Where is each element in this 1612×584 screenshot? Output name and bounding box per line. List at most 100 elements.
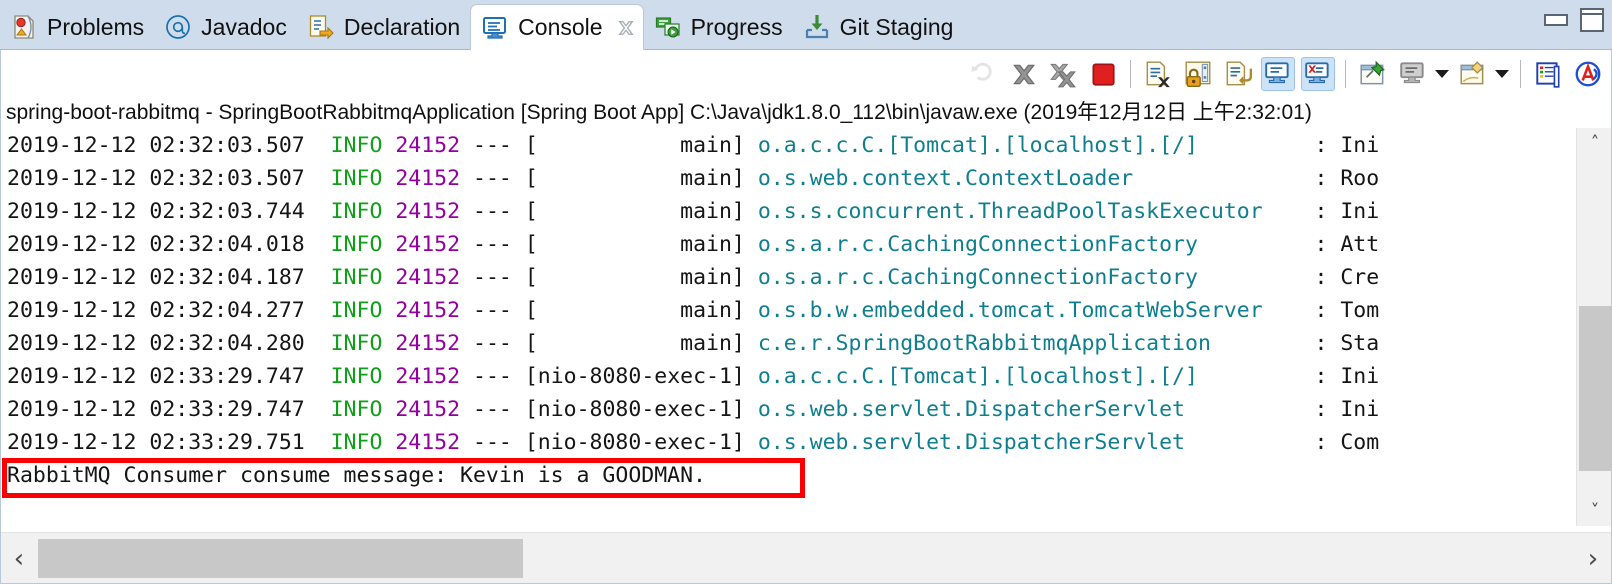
progress-icon [654, 13, 682, 41]
console-output-area[interactable]: 2019-12-12 02:32:03.507 INFO 24152 --- [… [0, 128, 1612, 527]
console-log-line: 2019-12-12 02:32:04.280 INFO 24152 --- [… [0, 327, 1548, 360]
log-logger: o.a.c.c.C.[Tomcat].[localhost].[/] [758, 364, 1315, 389]
console-log-lines[interactable]: 2019-12-12 02:32:03.507 INFO 24152 --- [… [0, 129, 1548, 527]
tab-gitstaging[interactable]: Git Staging [793, 4, 964, 50]
console-preferences-icon[interactable] [1531, 57, 1565, 91]
scroll-left-button[interactable]: ‹ [0, 533, 38, 584]
log-separator: --- [473, 265, 512, 290]
chevron-down-icon: ˅ [1591, 503, 1600, 520]
log-timestamp: 2019-12-12 02:32:03.744 [7, 199, 305, 224]
log-separator: --- [473, 133, 512, 158]
tab-label: Console [518, 16, 602, 39]
tab-javadoc[interactable]: Javadoc [154, 4, 297, 50]
show-console-on-error-icon[interactable] [1301, 57, 1335, 91]
chevron-left-icon: ‹ [14, 546, 24, 572]
tab-declaration[interactable]: Declaration [297, 4, 470, 50]
show-console-on-output-icon[interactable] [1261, 57, 1295, 91]
log-pid: 24152 [395, 364, 460, 389]
terminate-x-icon[interactable] [1006, 57, 1040, 91]
console-log-line: 2019-12-12 02:33:29.751 INFO 24152 --- [… [0, 426, 1548, 459]
tab-label: Progress [691, 16, 783, 39]
log-pid: 24152 [395, 166, 460, 191]
scroll-up-button[interactable]: ˄ [1577, 128, 1612, 158]
word-wrap-icon[interactable] [1221, 57, 1255, 91]
log-thread: [ main] [525, 199, 745, 224]
log-pid: 24152 [395, 133, 460, 158]
log-pid: 24152 [395, 430, 460, 455]
log-message: : Tom [1314, 298, 1379, 323]
log-timestamp: 2019-12-12 02:32:04.187 [7, 265, 305, 290]
maximize-button[interactable] [1580, 8, 1604, 32]
console-toolbar-buttons [963, 53, 1608, 95]
log-pid: 24152 [395, 232, 460, 257]
log-message: : Com [1314, 430, 1379, 455]
console-log-line: 2019-12-12 02:32:04.277 INFO 24152 --- [… [0, 294, 1548, 327]
stop-square-icon[interactable] [1086, 57, 1120, 91]
log-logger: o.s.web.servlet.DispatcherServlet [758, 397, 1315, 422]
log-message: : Sta [1314, 331, 1379, 356]
display-selected-console-icon[interactable] [1396, 57, 1430, 91]
minimize-button[interactable] [1544, 14, 1568, 26]
log-message: : Ini [1314, 397, 1379, 422]
vertical-scrollbar-thumb[interactable] [1579, 306, 1611, 471]
tab-console[interactable]: Console [470, 4, 643, 50]
ansi-console-icon[interactable] [1571, 57, 1605, 91]
log-pid: 24152 [395, 265, 460, 290]
console-horizontal-scrollbar[interactable]: ‹ › [0, 532, 1612, 584]
log-level: INFO [331, 397, 383, 422]
eclipse-console-view: Problems Javadoc Declaration Console Progres… [0, 0, 1612, 584]
scroll-down-button[interactable]: ˅ [1577, 496, 1612, 526]
console-toolbar [0, 50, 1612, 98]
remove-all-terminated-icon[interactable] [1046, 57, 1080, 91]
log-thread: [nio-8080-exec-1] [525, 397, 745, 422]
chevron-down-icon[interactable] [1493, 59, 1511, 89]
pin-console-icon[interactable] [1356, 57, 1390, 91]
tab-label: Javadoc [201, 16, 287, 39]
panel-border-left [0, 50, 1, 584]
toolbar-separator [1345, 60, 1346, 88]
open-console-icon[interactable] [1456, 57, 1490, 91]
log-level: INFO [331, 265, 383, 290]
scroll-right-button[interactable]: › [1574, 533, 1612, 584]
view-tab-bar: Problems Javadoc Declaration Console Progres… [0, 0, 1612, 50]
log-timestamp: 2019-12-12 02:32:03.507 [7, 133, 305, 158]
toolbar-separator [1130, 60, 1131, 88]
console-log-line: 2019-12-12 02:32:04.187 INFO 24152 --- [… [0, 261, 1548, 294]
log-pid: 24152 [395, 397, 460, 422]
tab-label: Git Staging [840, 16, 954, 39]
tab-progress[interactable]: Progress [644, 4, 793, 50]
log-pid: 24152 [395, 331, 460, 356]
log-level: INFO [331, 133, 383, 158]
log-thread: [ main] [525, 331, 745, 356]
git-staging-icon [803, 13, 831, 41]
log-level: INFO [331, 430, 383, 455]
log-timestamp: 2019-12-12 02:32:03.507 [7, 166, 305, 191]
log-message: : Ini [1314, 364, 1379, 389]
problems-icon [10, 13, 38, 41]
clear-console-icon[interactable] [1141, 57, 1175, 91]
tab-problems[interactable]: Problems [0, 4, 154, 50]
log-level: INFO [331, 232, 383, 257]
log-separator: --- [473, 364, 512, 389]
log-logger: o.s.web.context.ContextLoader [758, 166, 1315, 191]
chevron-down-icon[interactable] [1433, 59, 1451, 89]
log-thread: [ main] [525, 133, 745, 158]
tab-label: Problems [47, 16, 144, 39]
chevron-up-icon: ˄ [1591, 135, 1600, 152]
console-log-line: 2019-12-12 02:32:04.018 INFO 24152 --- [… [0, 228, 1548, 261]
log-thread: [nio-8080-exec-1] [525, 430, 745, 455]
log-logger: o.s.b.w.embedded.tomcat.TomcatWebServer [758, 298, 1315, 323]
log-separator: --- [473, 430, 512, 455]
scroll-lock-icon[interactable] [1181, 57, 1215, 91]
window-controls [1544, 8, 1604, 32]
console-vertical-scrollbar[interactable]: ˄ ˅ [1576, 128, 1612, 526]
tab-close-icon[interactable] [615, 17, 637, 39]
log-level: INFO [331, 298, 383, 323]
log-timestamp: 2019-12-12 02:32:04.277 [7, 298, 305, 323]
log-logger: o.s.web.servlet.DispatcherServlet [758, 430, 1315, 455]
log-level: INFO [331, 199, 383, 224]
tab-list: Problems Javadoc Declaration Console Progres… [0, 4, 963, 50]
horizontal-scrollbar-thumb[interactable] [38, 539, 523, 578]
log-logger: o.a.c.c.C.[Tomcat].[localhost].[/] [758, 133, 1315, 158]
console-launch-header: spring-boot-rabbitmq - SpringBootRabbitm… [0, 98, 1612, 128]
